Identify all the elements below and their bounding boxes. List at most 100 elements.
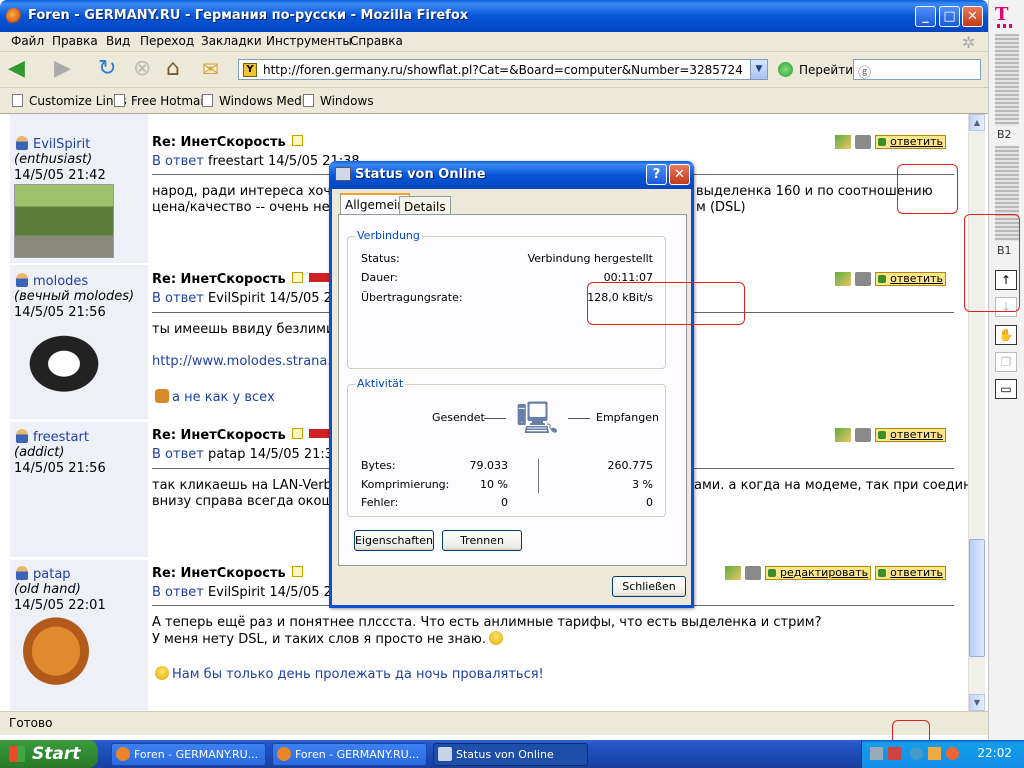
reply-button[interactable]: ответить <box>875 565 946 580</box>
disconnect-button[interactable]: Trennen <box>442 530 522 551</box>
profile-icon[interactable] <box>835 271 852 286</box>
post-author-panel: patap (old hand) 14/5/05 22:01 <box>10 560 148 711</box>
profile-icon[interactable] <box>725 565 742 580</box>
post-extra: а не как у всех <box>152 389 275 406</box>
new-badge <box>308 273 329 282</box>
received-label: Empfangen <box>596 411 659 424</box>
b1-tray-icon[interactable] <box>888 747 901 760</box>
page-icon <box>12 94 23 107</box>
home-icon[interactable]: ⌂ <box>166 58 190 82</box>
menu-go[interactable]: Переход <box>140 34 194 48</box>
post-author-panel: molodes (вечный molodes) 14/5/05 21:56 <box>10 265 148 419</box>
menu-view[interactable]: Вид <box>106 34 130 48</box>
reply-info: В ответ patap 14/5/05 21:38 <box>152 447 342 462</box>
menu-help[interactable]: Справка <box>350 34 403 48</box>
print-icon[interactable] <box>855 134 872 149</box>
menu-edit[interactable]: Правка <box>52 34 98 48</box>
scroll-up-icon[interactable]: ▲ <box>969 114 985 131</box>
profile-icon[interactable] <box>835 427 852 442</box>
reload-icon[interactable]: ↻ <box>98 58 122 82</box>
back-icon[interactable]: ◀ <box>8 58 32 82</box>
bookmark-customize-links[interactable]: Customize Links <box>12 94 127 108</box>
window-icon[interactable]: ▭ <box>995 379 1017 399</box>
search-engine-icon[interactable]: ⓖ <box>858 62 871 81</box>
post-subject: Re: ИнетСкорость <box>152 566 303 581</box>
menu-file[interactable]: Файл <box>11 34 44 48</box>
scroll-down-icon[interactable]: ▼ <box>969 694 985 711</box>
minimize-button[interactable]: _ <box>915 6 936 27</box>
bookmarks-toolbar: Customize Links Free Hotmail Windows Med… <box>0 88 988 114</box>
taskbar-item-status[interactable]: Status von Online <box>433 743 588 766</box>
reply-button[interactable]: ответить <box>875 271 946 286</box>
b2-label: B2 <box>997 128 1012 141</box>
smiley-icon <box>155 666 169 680</box>
author-rank: (old hand) <box>14 582 81 597</box>
author-link[interactable]: patap <box>16 566 71 582</box>
tray-icon[interactable] <box>946 747 959 760</box>
scroll-thumb[interactable] <box>969 539 985 657</box>
taskbar: Start Foren - GERMANY.RU... Foren - GERM… <box>0 740 1024 768</box>
new-badge <box>308 429 329 438</box>
maximize-button[interactable]: □ <box>939 6 960 27</box>
group-title: Aktivität <box>355 377 406 390</box>
stop-icon[interactable]: ⊗ <box>133 58 157 82</box>
bytes-received: 260.775 <box>607 459 654 472</box>
smiley-icon <box>488 631 503 645</box>
close-dialog-button[interactable]: Schließen <box>612 576 686 597</box>
errors-sent: 0 <box>501 496 508 509</box>
user-icon <box>16 566 28 580</box>
dialog-close-button[interactable]: ✕ <box>669 164 690 185</box>
browser-title-bar: Foren - GERMANY.RU - Германия по-русски … <box>0 0 988 32</box>
annotation-mark <box>587 282 745 325</box>
menu-tools[interactable]: Инструменты <box>266 34 352 48</box>
search-input[interactable]: ⓖ <box>853 59 981 81</box>
globe-tray-icon[interactable] <box>910 747 923 760</box>
start-button[interactable]: Start <box>0 740 98 768</box>
computers-icon: 🖳 <box>516 399 559 437</box>
post-subject: Re: ИнетСкорость <box>152 428 329 443</box>
properties-button[interactable]: Eigenschaften <box>354 530 434 551</box>
edit-button[interactable]: редактировать <box>765 565 872 580</box>
network-tray-icon[interactable] <box>870 747 883 760</box>
hand-icon[interactable]: ✋ <box>995 325 1017 345</box>
print-icon[interactable] <box>855 271 872 286</box>
throbber-icon: ✲ <box>962 33 976 52</box>
forward-icon[interactable]: ▶ <box>54 58 78 82</box>
reply-button[interactable]: ответить <box>875 427 946 442</box>
status-value: Verbindung hergestellt <box>527 252 653 265</box>
firefox-icon <box>277 747 291 761</box>
print-icon[interactable] <box>855 427 872 442</box>
author-link[interactable]: freestart <box>16 429 89 445</box>
copy-icon[interactable]: ❐ <box>995 352 1017 372</box>
url-bar[interactable]: Y http://foren.germany.ru/showflat.pl?Ca… <box>238 59 768 80</box>
print-icon[interactable] <box>745 565 762 580</box>
tray-icon[interactable] <box>928 747 941 760</box>
tab-panel: Verbindung Status: Verbindung hergestell… <box>338 214 687 566</box>
menu-bookmarks[interactable]: Закладки <box>201 34 262 48</box>
vertical-scrollbar[interactable]: ▲ ▼ <box>968 114 985 711</box>
post-icon <box>291 566 303 577</box>
taskbar-item-firefox-2[interactable]: Foren - GERMANY.RU... <box>272 743 427 766</box>
bookmark-windows-media[interactable]: Windows Media <box>202 94 312 108</box>
close-button[interactable]: ✕ <box>962 6 983 27</box>
taskbar-item-firefox-1[interactable]: Foren - GERMANY.RU... <box>111 743 266 766</box>
mail-icon[interactable]: ✉ <box>202 58 226 82</box>
post-date: 14/5/05 22:01 <box>14 598 106 613</box>
user-icon <box>16 273 28 287</box>
url-dropdown-icon[interactable]: ▼ <box>750 60 767 79</box>
reply-button[interactable]: ответить <box>875 134 946 149</box>
help-button[interactable]: ? <box>646 164 667 185</box>
bookmark-free-hotmail[interactable]: Free Hotmail <box>114 94 207 108</box>
author-link[interactable]: molodes <box>16 273 88 289</box>
bookmark-windows[interactable]: Windows <box>303 94 374 108</box>
user-icon <box>16 136 28 150</box>
bytes-label: Bytes: <box>361 459 396 472</box>
system-tray: 22:02 <box>861 740 1024 768</box>
post-icon <box>291 272 303 283</box>
rate-label: Übertragungsrate: <box>361 291 463 304</box>
profile-icon[interactable] <box>835 134 852 149</box>
author-link[interactable]: EvilSpirit <box>16 136 90 152</box>
url-text[interactable]: http://foren.germany.ru/showflat.pl?Cat=… <box>263 63 743 77</box>
go-icon <box>778 62 793 77</box>
post-link[interactable]: http://www.molodes.strana.ge <box>152 354 348 370</box>
